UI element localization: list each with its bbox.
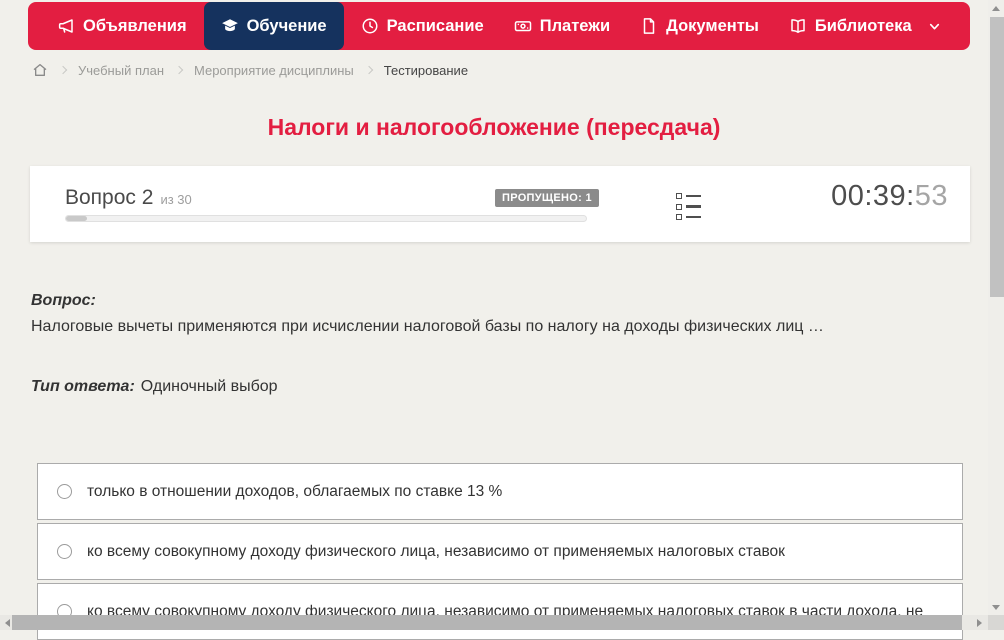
- nav-item-label: Обучение: [246, 16, 327, 35]
- chevron-right-icon: [364, 65, 374, 74]
- main-navigation: Объявления Обучение Расписание Платежи Д…: [28, 2, 970, 50]
- library-book-icon: [789, 17, 807, 35]
- breadcrumb-current-testing: Тестирование: [383, 62, 469, 78]
- skipped-badge: ПРОПУЩЕНО: 1: [495, 189, 599, 207]
- list-icon-row: [676, 203, 701, 210]
- nav-item-label: Платежи: [539, 16, 611, 35]
- breadcrumb-link-curriculum[interactable]: Учебный план: [78, 63, 164, 78]
- list-icon-row: [676, 193, 701, 199]
- answer-option-3[interactable]: ко всему совокупному доходу физического …: [37, 583, 963, 640]
- answer-option-2[interactable]: ко всему совокупному доходу физического …: [37, 523, 963, 580]
- page-title: Налоги и налогообложение (пересдача): [267, 114, 721, 140]
- answer-type-value: Одиночный выбор: [140, 378, 278, 395]
- timer: 00:39:53: [831, 180, 948, 213]
- progress-bar: [65, 215, 587, 222]
- option-label: только в отношении доходов, облагаемых п…: [87, 482, 503, 500]
- document-icon: [640, 17, 658, 35]
- timer-seconds: 53: [914, 180, 948, 212]
- nav-item-label: Объявления: [83, 16, 187, 35]
- list-icon-row: [676, 214, 701, 220]
- megaphone-icon: [57, 17, 75, 35]
- question-label: Вопрос:: [31, 292, 96, 309]
- vertical-scroll-thumb[interactable]: [990, 17, 1004, 297]
- question-number: Вопрос 2 из 30: [65, 186, 192, 210]
- breadcrumb-link-discipline-event[interactable]: Мероприятие дисциплины: [194, 63, 354, 78]
- clock-icon: [361, 17, 379, 35]
- scrollbar-corner: [988, 615, 1004, 630]
- quiz-header-card: Вопрос 2 из 30 ПРОПУЩЕНО: 1 00:39:53: [30, 166, 970, 242]
- answer-type-label: Тип ответа:: [31, 378, 135, 395]
- answer-type-row: Тип ответа: Одиночный выбор: [31, 378, 278, 396]
- nav-item-documents[interactable]: Документы: [627, 2, 772, 50]
- nav-item-label: Расписание: [386, 16, 484, 35]
- answer-option-1[interactable]: только в отношении доходов, облагаемых п…: [37, 463, 963, 520]
- nav-item-training[interactable]: Обучение: [203, 2, 344, 50]
- question-counter: из 30: [160, 192, 192, 207]
- answer-options: только в отношении доходов, облагаемых п…: [37, 463, 963, 640]
- horizontal-scroll-thumb[interactable]: [12, 615, 962, 630]
- chevron-right-icon: [174, 65, 184, 74]
- chevron-right-icon: [58, 65, 68, 74]
- scroll-up-icon[interactable]: [988, 0, 1004, 16]
- nav-item-library[interactable]: Библиотека: [776, 2, 950, 50]
- option-label: ко всему совокупному доходу физического …: [87, 542, 785, 560]
- radio-icon[interactable]: [57, 544, 72, 559]
- nav-item-announcements[interactable]: Объявления: [44, 2, 200, 50]
- nav-item-label: Библиотека: [814, 16, 912, 35]
- payments-icon: [514, 17, 532, 35]
- nav-item-label: Документы: [666, 16, 759, 35]
- graduation-cap-icon: [221, 17, 239, 35]
- progress-fill: [66, 216, 87, 221]
- question-text: Налоговые вычеты применяются при исчисле…: [31, 318, 824, 335]
- home-icon[interactable]: [32, 62, 48, 78]
- horizontal-scrollbar[interactable]: [0, 615, 988, 630]
- question-number-text: Вопрос 2: [65, 186, 154, 209]
- breadcrumb: Учебный план Мероприятие дисциплины Тест…: [32, 62, 468, 78]
- timer-hours-minutes: 00:39:: [831, 180, 915, 212]
- question-list-icon[interactable]: [676, 193, 701, 220]
- nav-item-payments[interactable]: Платежи: [501, 2, 623, 50]
- chevron-down-icon: [924, 20, 939, 33]
- scroll-down-icon[interactable]: [988, 599, 1004, 615]
- scroll-right-icon[interactable]: [972, 615, 986, 630]
- nav-item-schedule[interactable]: Расписание: [348, 2, 497, 50]
- vertical-scrollbar[interactable]: [988, 0, 1004, 615]
- radio-icon[interactable]: [57, 484, 72, 499]
